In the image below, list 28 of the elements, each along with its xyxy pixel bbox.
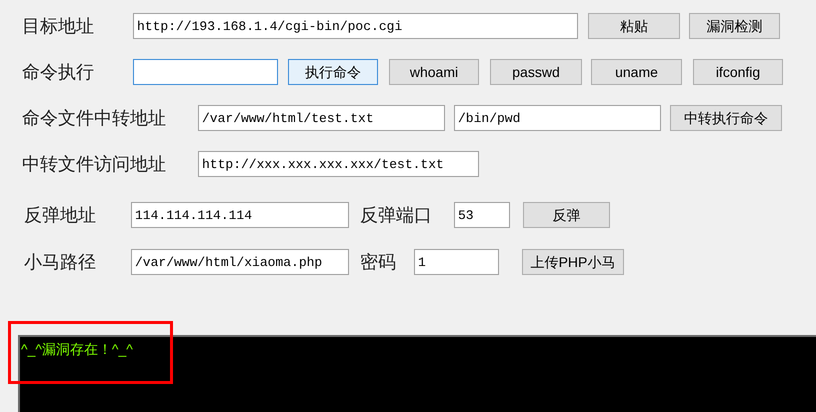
command-button[interactable]: passwd	[490, 59, 582, 85]
field-label: 反弹端口	[360, 204, 433, 227]
field-label: 反弹地址	[24, 204, 97, 227]
console-line: ^_^漏洞存在！^_^	[21, 340, 134, 358]
field-label: 命令执行	[22, 61, 95, 84]
command-button[interactable]: 粘贴	[588, 13, 680, 39]
input-field[interactable]: /var/www/html/xiaoma.php	[131, 249, 349, 275]
input-field[interactable]: 53	[454, 202, 510, 228]
command-button[interactable]: ifconfig	[693, 59, 783, 85]
field-label: 目标地址	[22, 15, 95, 38]
input-field[interactable]: 114.114.114.114	[131, 202, 349, 228]
input-field[interactable]: 1	[414, 249, 499, 275]
input-field[interactable]: /var/www/html/test.txt	[198, 105, 445, 131]
input-field[interactable]	[133, 59, 278, 85]
command-button[interactable]: 反弹	[523, 202, 610, 228]
command-button[interactable]: whoami	[389, 59, 479, 85]
input-field[interactable]: /bin/pwd	[454, 105, 661, 131]
field-label: 小马路径	[24, 251, 97, 274]
command-button[interactable]: uname	[591, 59, 682, 85]
field-label: 命令文件中转地址	[22, 107, 167, 130]
field-label: 中转文件访问地址	[22, 153, 167, 176]
command-button[interactable]: 中转执行命令	[670, 105, 782, 131]
command-button[interactable]: 上传PHP小马	[522, 249, 624, 275]
input-field[interactable]: http://193.168.1.4/cgi-bin/poc.cgi	[133, 13, 578, 39]
command-button[interactable]: 漏洞检测	[689, 13, 780, 39]
field-label: 密码	[360, 251, 397, 274]
command-button[interactable]: 执行命令	[288, 59, 378, 85]
input-field[interactable]: http://xxx.xxx.xxx.xxx/test.txt	[198, 151, 479, 177]
